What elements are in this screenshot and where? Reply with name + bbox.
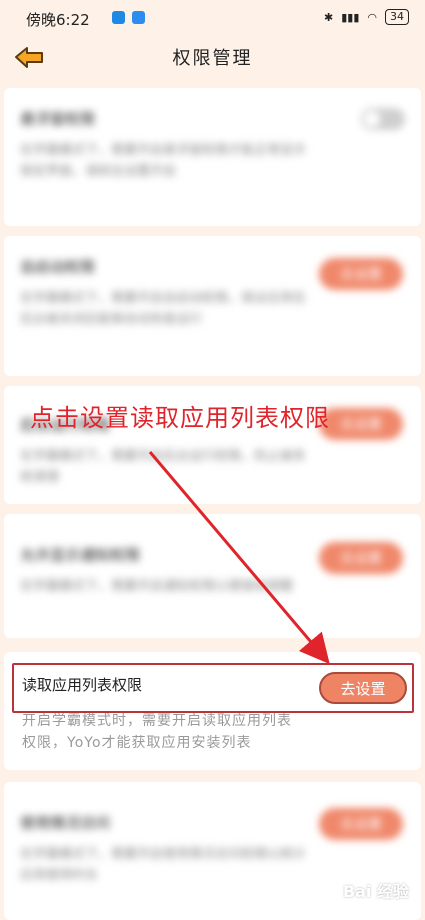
go-settings-button[interactable]: 去设置	[319, 258, 403, 290]
permission-card-floating: 悬浮窗权限 在学霸模式下，需要开启悬浮窗权限才能正常显示锁定界面，请前往设置开启	[4, 88, 421, 226]
card-description: 在学霸模式下，需要开启悬浮窗权限才能正常显示锁定界面，请前往设置开启	[20, 143, 307, 179]
permission-card-autostart: 自启动权限 去设置 在学霸模式下，需要开启自启动权限，保证应用在后台被关闭后能够…	[4, 236, 421, 376]
permission-card-notification: 允许显示通知权限 去设置 在学霸模式下，需要开启通知权限以便接收提醒	[4, 514, 421, 638]
card-title: 悬浮窗权限	[20, 110, 96, 128]
card-description: 在学霸模式下，需要开启自启动权限，保证应用在后台被关闭后能够自动恢复运行	[20, 291, 307, 327]
battery-icon: 34	[385, 9, 409, 25]
go-settings-button[interactable]: 去设置	[319, 408, 403, 440]
signal-icon: ▮▮▮	[341, 10, 360, 24]
watermark-logo: Bai 经验	[342, 882, 409, 901]
message-app-icon	[132, 11, 145, 24]
card-description: 在学霸模式下，需要开启使用情况访问权限以统计应用使用时长	[20, 847, 307, 883]
bluetooth-app-icon	[112, 11, 125, 24]
go-settings-button[interactable]: 去设置	[319, 808, 403, 840]
card-title: 使用情况访问	[20, 814, 111, 832]
annotation-text: 点击设置读取应用列表权限	[30, 404, 330, 432]
card-title: 自启动权限	[20, 258, 96, 276]
status-indicators: ✱ ▮▮▮ ◠ 34	[324, 9, 409, 25]
bluetooth-icon: ✱	[324, 10, 334, 24]
page-title: 权限管理	[172, 48, 253, 69]
title-bar: 权限管理	[0, 34, 425, 84]
go-settings-button[interactable]: 去设置	[319, 542, 403, 574]
card-description: 在学霸模式下，需要开启后台运行权限，防止被系统清理	[20, 449, 307, 485]
status-bar: 傍晚6:22 ✱ ▮▮▮ ◠ 34	[0, 0, 425, 34]
wifi-icon: ◠	[367, 10, 377, 24]
card-description: 开启学霸模式时，需要开启读取应用列表权限，YoYo才能获取应用安装列表	[22, 713, 292, 751]
highlight-box	[12, 663, 414, 713]
card-description: 在学霸模式下，需要开启通知权限以便接收提醒	[20, 579, 294, 594]
toggle-switch[interactable]	[361, 108, 405, 130]
card-title: 允许显示通知权限	[20, 546, 141, 564]
status-time: 傍晚6:22	[26, 11, 90, 29]
